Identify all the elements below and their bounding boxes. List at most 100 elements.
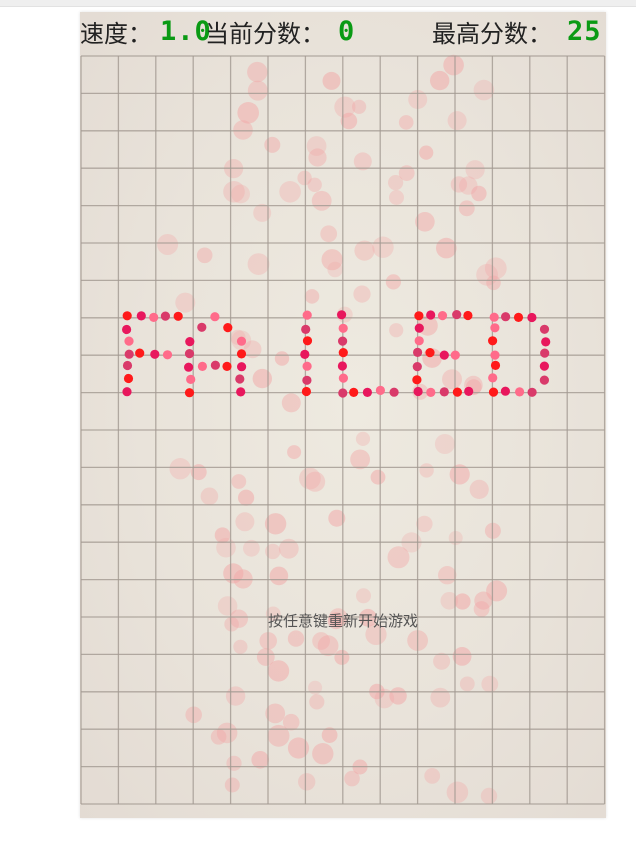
background-bubble <box>443 54 464 76</box>
background-bubble <box>419 463 434 478</box>
failed-banner-dot <box>186 374 196 384</box>
failed-banner-dot <box>426 310 436 320</box>
failed-banner-dot <box>302 310 312 320</box>
background-bubble <box>469 479 489 499</box>
failed-banner-dot <box>501 312 511 322</box>
failed-banner-dot <box>539 361 549 371</box>
current-score-label: 当前分数： <box>205 20 325 48</box>
failed-banner-dot <box>439 387 449 397</box>
game-panel[interactable]: 速度： 1.0 当前分数： 0 最高分数： 25 按任意键重新开始游戏 <box>80 12 606 818</box>
failed-banner-dot <box>413 347 423 357</box>
failed-banner-dot <box>338 373 348 383</box>
failed-banner-dot <box>452 310 462 320</box>
background-bubble <box>216 537 236 558</box>
failed-banner-dot <box>197 322 207 332</box>
background-bubble <box>247 253 270 275</box>
background-bubble <box>274 351 290 366</box>
background-bubble <box>442 369 462 390</box>
background-bubble <box>352 99 367 114</box>
failed-banner-dot <box>236 349 247 359</box>
background-bubble <box>389 323 404 338</box>
failed-banner-dot <box>150 349 160 359</box>
failed-banner-dot <box>210 312 220 322</box>
background-bubble <box>446 781 469 804</box>
failed-banner-dot <box>488 336 498 346</box>
failed-banner-dot <box>490 323 500 333</box>
failed-banner-dot <box>184 362 194 372</box>
background-bubble <box>157 234 179 255</box>
background-bubble <box>327 261 343 278</box>
failed-banner-dot <box>439 350 449 360</box>
failed-banner-dot <box>301 386 311 397</box>
background-bubble <box>480 787 498 805</box>
failed-banner-dot <box>338 336 348 346</box>
background-bubble <box>235 512 255 532</box>
failed-banner-dot <box>527 312 537 323</box>
failed-banner-dot <box>425 348 435 358</box>
background-bubble <box>175 292 196 313</box>
failed-banner-dot <box>162 350 173 360</box>
failed-banner-dot <box>490 350 500 360</box>
background-bubble <box>279 181 301 203</box>
failed-banner-dot <box>122 324 132 335</box>
background-bubble <box>433 652 451 670</box>
background-bubble <box>196 247 213 264</box>
failed-banner-dot <box>337 361 347 371</box>
background-bubble <box>459 676 475 692</box>
background-bubble <box>419 145 434 160</box>
failed-banner-dot <box>222 361 232 371</box>
failed-banner-dot <box>236 387 246 397</box>
background-bubble <box>308 680 323 695</box>
failed-banner-dot <box>173 311 183 321</box>
background-bubble <box>438 566 457 585</box>
background-bubble <box>320 225 338 243</box>
game-board[interactable] <box>80 12 606 818</box>
background-bubble <box>307 177 322 192</box>
background-bubble <box>434 434 455 454</box>
background-bubble <box>388 175 404 191</box>
failed-banner-dot <box>124 349 134 359</box>
background-bubble <box>169 458 191 480</box>
background-bubble <box>486 275 501 291</box>
failed-banner-dot <box>302 375 312 385</box>
failed-banner-dot <box>412 362 422 372</box>
background-bubble <box>385 274 401 290</box>
background-bubble <box>322 71 341 90</box>
background-bubble <box>447 111 467 131</box>
failed-banner-dot <box>149 312 159 322</box>
browser-top-strip <box>0 0 636 7</box>
failed-banner-dot <box>184 349 195 359</box>
failed-banner-dot <box>124 336 134 346</box>
background-bubble <box>267 724 290 747</box>
background-bubble <box>216 722 238 744</box>
failed-banner-dot <box>123 373 134 384</box>
background-bubble <box>252 368 272 389</box>
background-bubble <box>312 743 334 765</box>
failed-banner-dot <box>414 323 424 333</box>
background-bubble <box>389 687 407 705</box>
failed-banner-dot <box>302 336 313 346</box>
failed-banner-dot <box>452 387 462 397</box>
failed-banner-dot <box>338 323 348 333</box>
background-bubble <box>454 593 471 610</box>
restart-hint: 按任意键重新开始游戏 <box>267 612 418 630</box>
failed-banner-dot <box>185 337 195 347</box>
failed-banner-dot <box>237 362 247 372</box>
background-bubble <box>247 61 268 83</box>
failed-banner-dot <box>539 375 549 385</box>
background-bubble <box>238 489 255 506</box>
failed-banner-dot <box>463 310 473 321</box>
failed-banner-dot <box>450 350 460 360</box>
high-score-value: 25 <box>567 16 602 47</box>
background-bubble <box>269 566 289 586</box>
background-bubble <box>372 236 394 258</box>
failed-banner-dot <box>184 388 195 398</box>
background-bubble <box>287 445 302 460</box>
failed-banner-dot <box>515 387 525 397</box>
background-bubble <box>299 467 321 490</box>
speed-label: 速度： <box>80 20 152 48</box>
background-bubble <box>224 777 240 793</box>
failed-banner-dot <box>302 361 312 371</box>
background-bubble <box>311 190 332 211</box>
background-bubble <box>304 289 320 304</box>
